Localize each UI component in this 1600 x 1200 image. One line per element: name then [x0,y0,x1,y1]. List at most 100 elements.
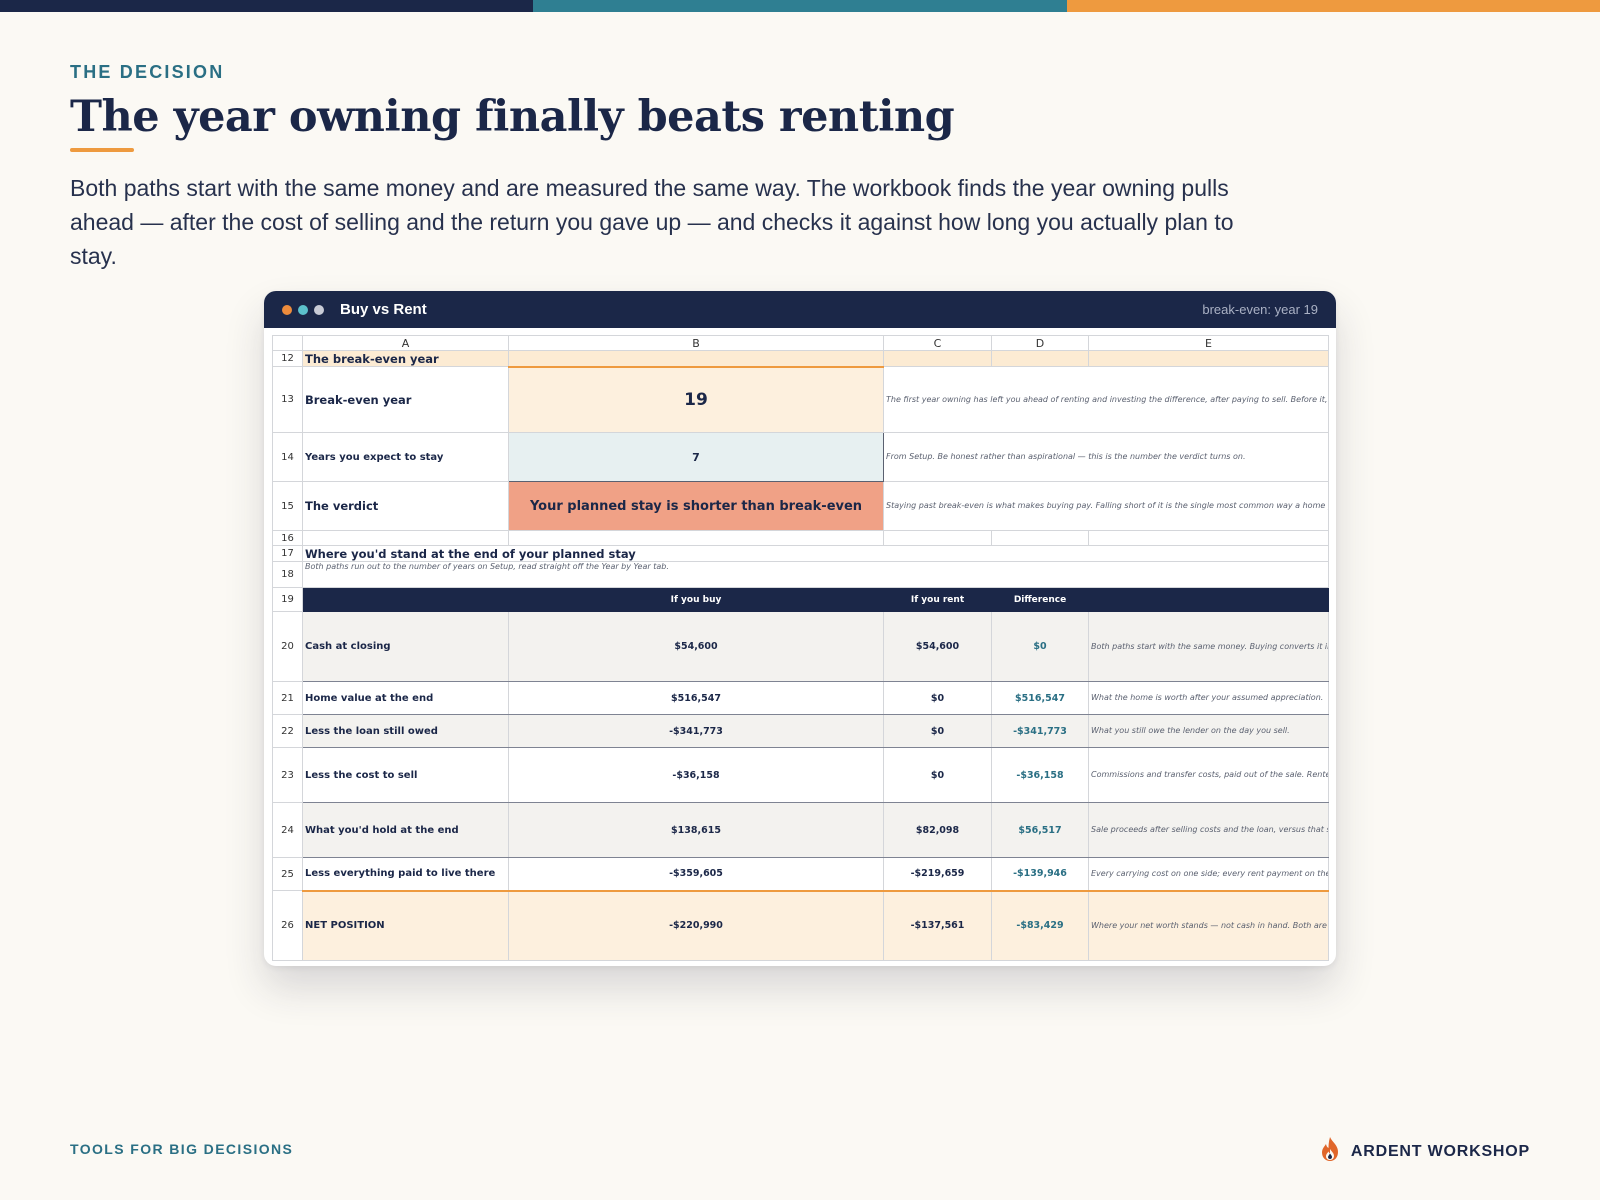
cell[interactable] [883,530,992,546]
rent-value[interactable]: $54,600 [883,611,992,682]
sheet-row: 14 Years you expect to stay 7 From Setup… [272,432,1329,482]
break-even-year-note[interactable]: The first year owning has left you ahead… [883,366,1329,433]
row-number[interactable]: 18 [272,561,303,588]
difference-value[interactable]: $56,517 [991,802,1089,858]
column-header-b[interactable]: B [508,335,884,351]
eyebrow-label: THE DECISION [70,62,225,82]
header-cell[interactable] [302,587,509,612]
rent-value[interactable]: $0 [883,714,992,748]
row-label[interactable]: Less the cost to sell [302,747,509,803]
buy-value[interactable]: $516,547 [508,681,884,715]
rent-value[interactable]: -$219,659 [883,857,992,891]
row-number[interactable]: 13 [272,366,303,433]
table-row: 25 Less everything paid to live there -$… [272,857,1329,891]
accent-segment-teal [533,0,1067,12]
header-if-you-rent[interactable]: If you rent [883,587,992,612]
accent-segment-orange [1066,0,1600,12]
cell[interactable] [883,350,992,367]
cell[interactable] [1088,350,1329,367]
header-difference[interactable]: Difference [991,587,1089,612]
rent-value[interactable]: $0 [883,681,992,715]
row-note[interactable]: Both paths start with the same money. Bu… [1088,611,1329,682]
difference-value[interactable]: -$139,946 [991,857,1089,891]
verdict-label[interactable]: The verdict [302,481,509,531]
row-number[interactable]: 15 [272,481,303,531]
difference-value[interactable]: -$341,773 [991,714,1089,748]
window-dot-orange-icon [282,304,292,315]
rent-value[interactable]: $0 [883,747,992,803]
row-number[interactable]: 25 [272,857,303,891]
header-if-you-buy[interactable]: If you buy [508,587,884,612]
row-label[interactable]: Less the loan still owed [302,714,509,748]
buy-value[interactable]: -$341,773 [508,714,884,748]
cell[interactable] [991,350,1089,367]
row-number[interactable]: 20 [272,611,303,682]
years-to-stay-label[interactable]: Years you expect to stay [302,432,509,482]
page-title: The year owning finally beats renting [70,92,955,142]
section-subtitle[interactable]: Both paths run out to the number of year… [302,561,1329,588]
header-cell[interactable] [1088,587,1329,612]
buy-value[interactable]: -$220,990 [508,889,884,961]
row-note[interactable]: What you still owe the lender on the day… [1088,714,1329,748]
cell[interactable] [508,530,884,546]
row-number[interactable]: 16 [272,530,303,546]
buy-value[interactable]: -$36,158 [508,747,884,803]
difference-value[interactable]: -$83,429 [991,889,1089,961]
cell[interactable] [1088,530,1329,546]
break-even-year-label[interactable]: Break-even year [302,366,509,433]
difference-value[interactable]: $0 [991,611,1089,682]
row-label[interactable]: Home value at the end [302,681,509,715]
row-note[interactable]: What the home is worth after your assume… [1088,681,1329,715]
years-to-stay-value[interactable]: 7 [508,432,884,482]
column-header-d[interactable]: D [991,335,1089,351]
row-number[interactable]: 26 [272,890,303,961]
row-number[interactable]: 24 [272,802,303,858]
verdict-value[interactable]: Your planned stay is shorter than break-… [508,481,884,531]
cell[interactable] [302,530,509,546]
sheet-row: 13 Break-even year 19 The first year own… [272,365,1329,433]
break-even-year-value[interactable]: 19 [508,365,884,433]
row-note[interactable]: Sale proceeds after selling costs and th… [1088,802,1329,858]
verdict-note[interactable]: Staying past break-even is what makes bu… [883,481,1329,531]
buy-value[interactable]: -$359,605 [508,857,884,891]
difference-value[interactable]: -$36,158 [991,747,1089,803]
row-number[interactable]: 14 [272,432,303,482]
difference-value[interactable]: $516,547 [991,681,1089,715]
row-note[interactable]: Where your net worth stands — not cash i… [1088,889,1329,961]
lead-paragraph: Both paths start with the same money and… [70,175,1234,269]
row-note[interactable]: Every carrying cost on one side; every r… [1088,857,1329,891]
buy-value[interactable]: $54,600 [508,611,884,682]
window-dot-grey-icon [314,304,324,315]
table-row: 24 What you'd hold at the end $138,615 $… [272,802,1329,858]
column-header-c[interactable]: C [883,335,992,351]
rent-value[interactable]: $82,098 [883,802,992,858]
row-label[interactable]: What you'd hold at the end [302,802,509,858]
row-note[interactable]: Commissions and transfer costs, paid out… [1088,747,1329,803]
row-label[interactable]: Less everything paid to live there [302,857,509,891]
row-label[interactable]: NET POSITION [302,889,509,961]
buy-value[interactable]: $138,615 [508,802,884,858]
section-title-standing[interactable]: Where you'd stand at the end of your pla… [302,545,1329,562]
row-label[interactable]: Cash at closing [302,611,509,682]
sheet-grid: A B C D E 12 The break-even year 13 Brea… [272,335,1329,961]
row-number[interactable]: 19 [272,587,303,612]
table-row: 22 Less the loan still owed -$341,773 $0… [272,714,1329,748]
section-title-break-even[interactable]: The break-even year [302,350,509,367]
years-to-stay-note[interactable]: From Setup. Be honest rather than aspira… [883,432,1329,482]
corner-cell[interactable] [272,335,303,351]
row-number[interactable]: 23 [272,747,303,803]
row-number[interactable]: 17 [272,545,303,562]
row-number[interactable]: 21 [272,681,303,715]
column-header-e[interactable]: E [1088,335,1329,351]
sheet-row: 16 [272,530,1329,546]
cell[interactable] [991,530,1089,546]
flame-icon [1319,1136,1341,1167]
rent-value[interactable]: -$137,561 [883,889,992,961]
column-header-a[interactable]: A [302,335,509,351]
row-number[interactable]: 12 [272,350,303,367]
cell[interactable] [508,350,884,367]
row-number[interactable]: 22 [272,714,303,748]
spreadsheet-window: Buy vs Rent break-even: year 19 A B C D … [264,291,1336,966]
sheet-row: 18 Both paths run out to the number of y… [272,561,1329,588]
table-row: 20 Cash at closing $54,600 $54,600 $0 Bo… [272,611,1329,682]
